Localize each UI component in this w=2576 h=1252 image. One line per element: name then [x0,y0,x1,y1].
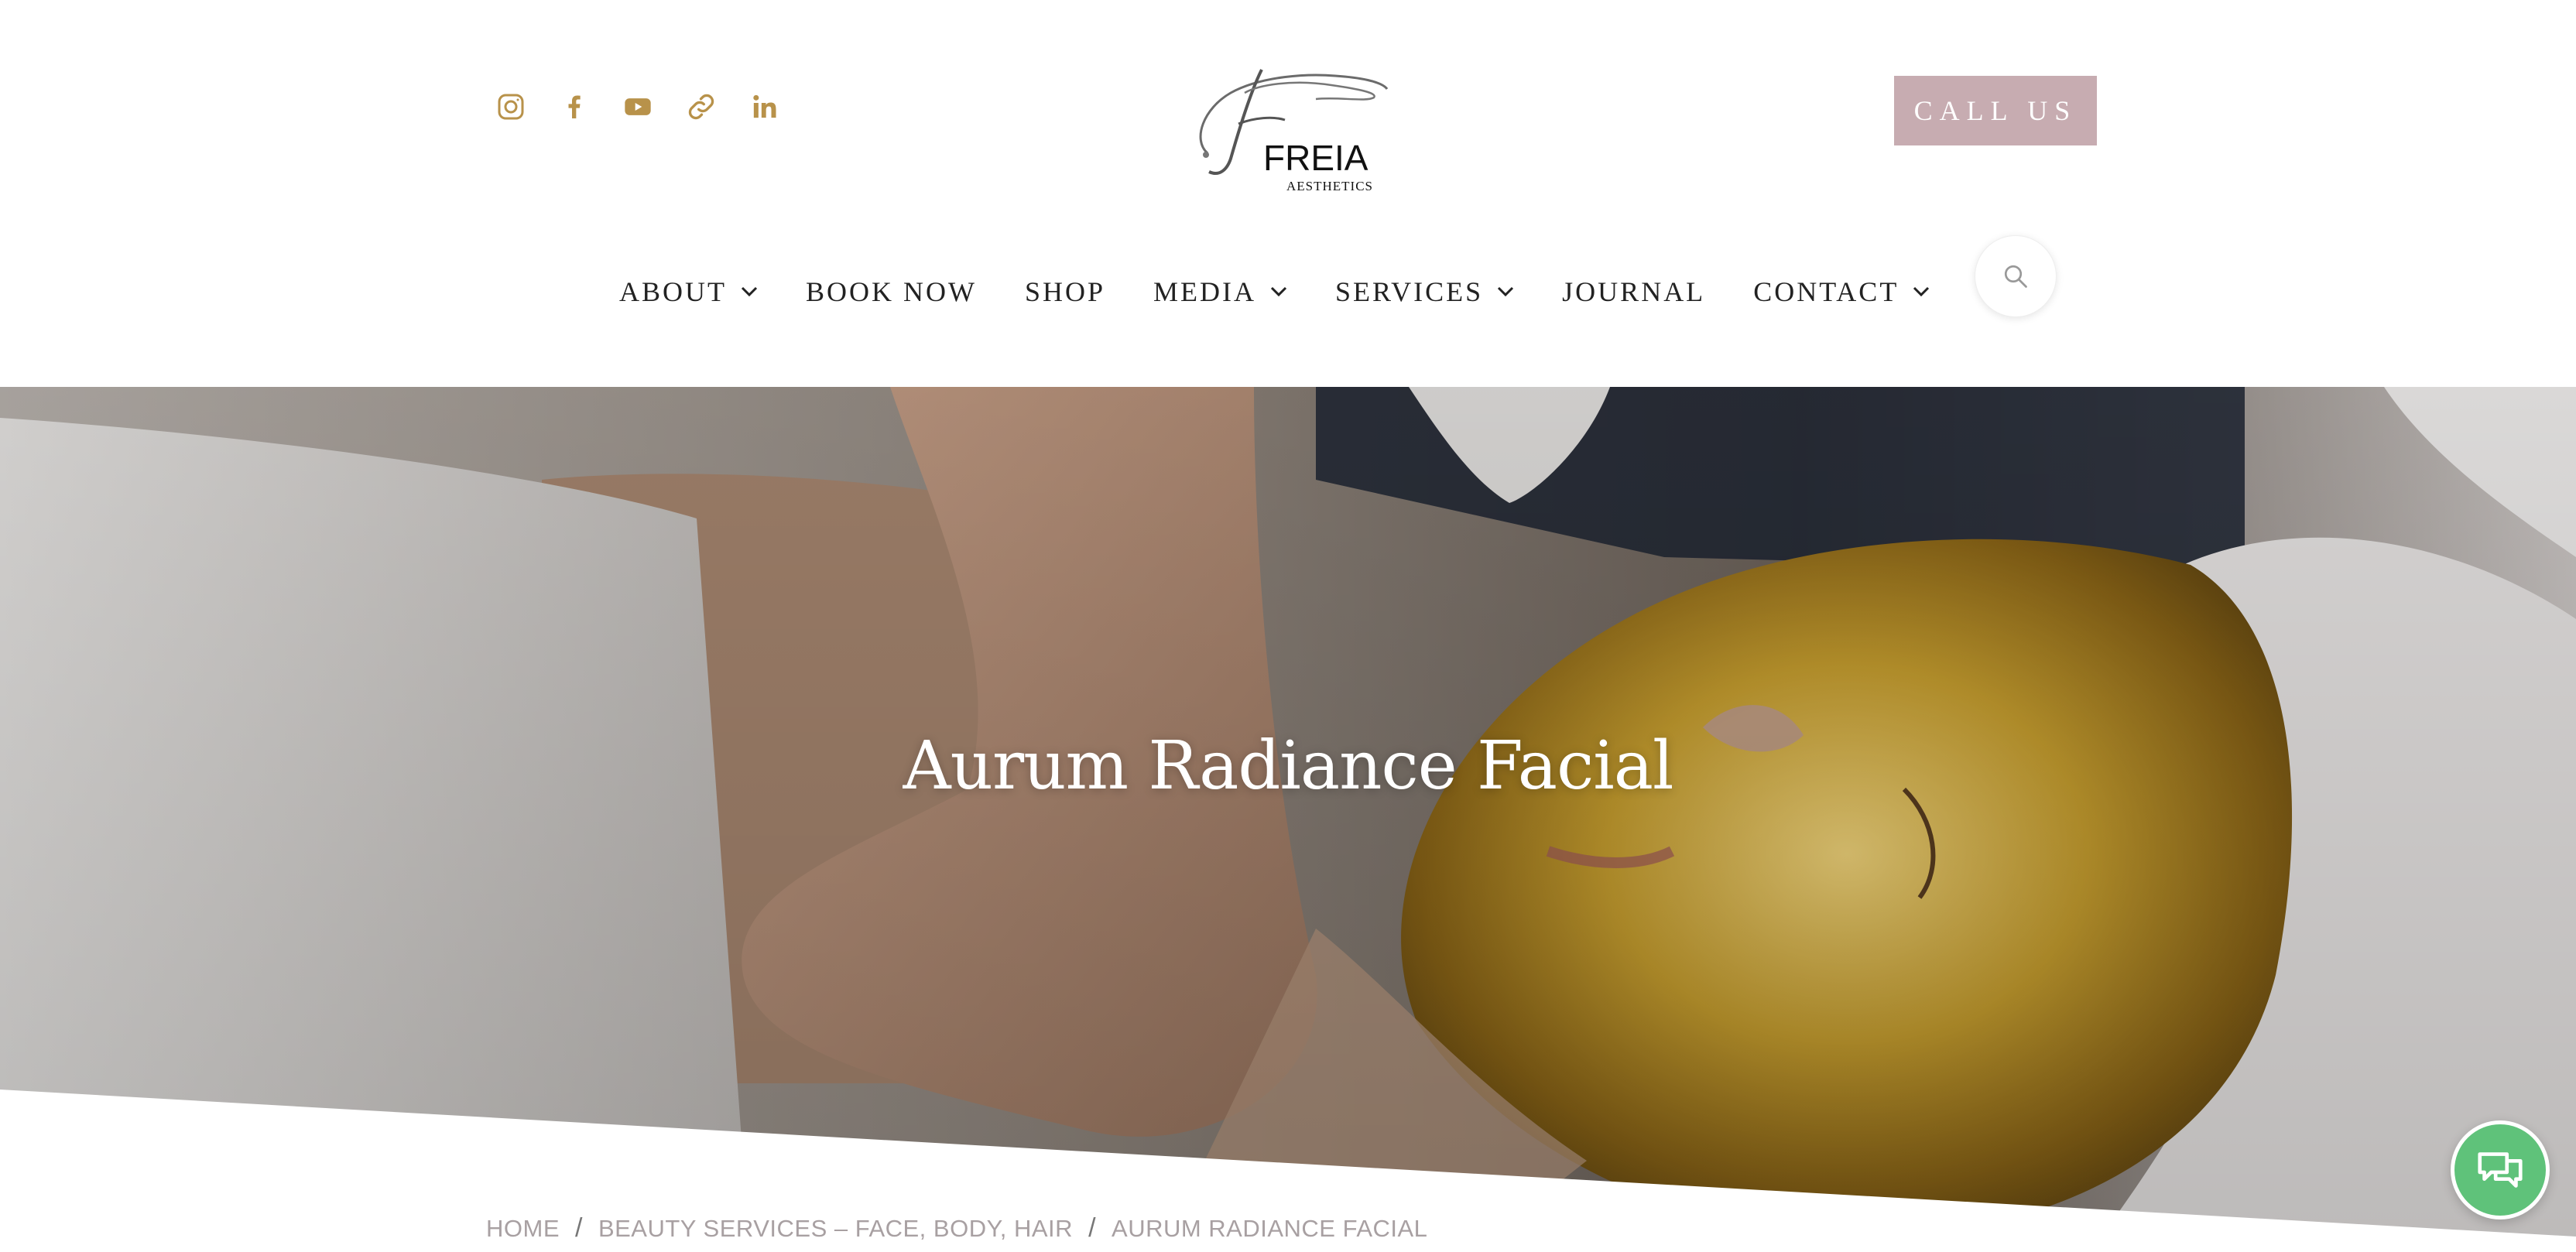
breadcrumb-current: AURUM RADIANCE FACIAL [1112,1214,1428,1242]
breadcrumb-beauty-services[interactable]: BEAUTY SERVICES – FACE, BODY, HAIR [598,1215,1073,1243]
nav-item-services[interactable]: SERVICES [1335,275,1514,308]
youtube-icon[interactable] [622,91,653,122]
social-links [495,91,780,122]
logo-tagline: AESTHETICS [1286,179,1373,193]
linkedin-icon[interactable] [749,91,780,122]
chat-button[interactable] [2451,1120,2550,1220]
nav-item-journal[interactable]: JOURNAL [1562,275,1705,308]
nav-item-label: BOOK NOW [806,276,977,307]
call-us-button[interactable]: CALL US [1894,76,2097,145]
page-title: Aurum Radiance Facial [903,727,1673,805]
link-icon[interactable] [686,91,717,122]
chat-icon [2478,1152,2523,1188]
nav-item-label: ABOUT [619,276,727,307]
chevron-down-icon [1498,286,1514,297]
chevron-down-icon [741,286,758,297]
facebook-icon[interactable] [559,91,590,122]
nav-item-about[interactable]: ABOUT [619,275,758,308]
breadcrumb-separator: / [1088,1213,1097,1243]
hero-image [0,387,2576,1252]
nav-item-contact[interactable]: CONTACT [1753,275,1930,308]
nav-item-label: CONTACT [1753,276,1899,307]
nav-item-media[interactable]: MEDIA [1153,275,1287,308]
instagram-icon[interactable] [495,91,526,122]
nav-item-label: JOURNAL [1562,276,1706,307]
freia-logo[interactable]: FREIA AESTHETICS [1184,46,1401,193]
search-icon [2004,265,2027,288]
nav-item-book-now[interactable]: BOOK NOW [806,275,977,308]
site-header: FREIA AESTHETICS CALL US ABOUT BOOK NOW … [0,0,2576,387]
nav-item-label: SHOP [1024,276,1106,307]
hero-banner: Aurum Radiance Facial [0,387,2576,1252]
nav-item-label: SERVICES [1335,276,1484,307]
breadcrumb: HOME / BEAUTY SERVICES – FACE, BODY, HAI… [486,1213,1427,1243]
main-nav: ABOUT BOOK NOW SHOP MEDIA SERVICES JOURN… [619,272,1930,311]
nav-item-label: MEDIA [1153,276,1257,307]
chevron-down-icon [1913,286,1930,297]
search-button[interactable] [1975,235,2057,317]
logo-brand: FREIA [1263,138,1368,178]
nav-item-shop[interactable]: SHOP [1025,275,1105,308]
breadcrumb-separator: / [575,1213,583,1243]
chevron-down-icon [1270,286,1287,297]
breadcrumb-home[interactable]: HOME [486,1215,560,1243]
